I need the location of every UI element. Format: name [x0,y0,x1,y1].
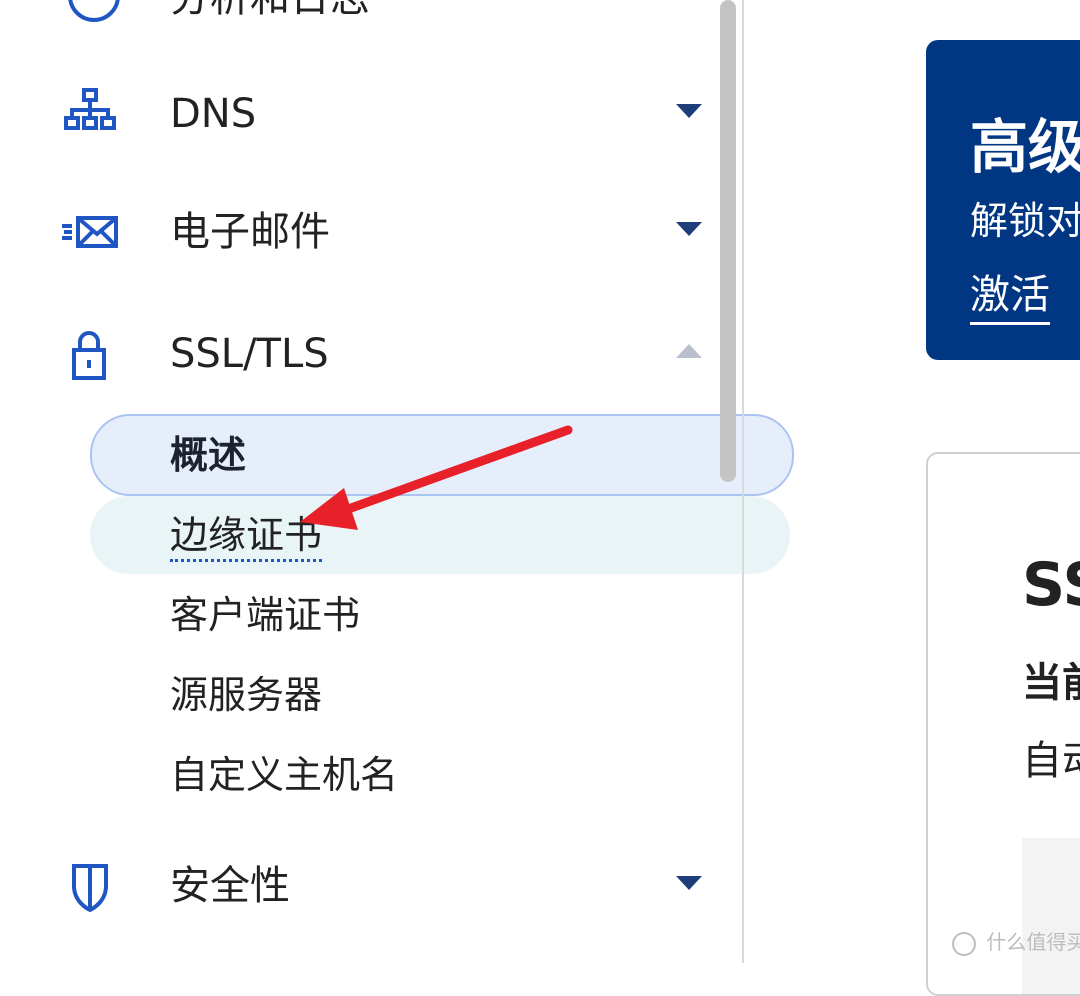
sidebar-item-label: 电子邮件 [170,209,330,255]
promo-activate-link[interactable]: 激活 [970,262,1050,325]
promo-banner: 高级 解锁对 激活 [926,40,1080,360]
sidebar-item-dns[interactable]: DNS [0,74,742,154]
chevron-down-icon[interactable] [676,876,702,890]
watermark-text: 什么值得买 [986,930,1080,954]
card-value: 自动 [1022,738,1080,784]
card-title: SS [1022,550,1080,620]
sidebar-divider [742,0,744,963]
sidebar-scrollbar[interactable] [720,0,736,482]
subnav-item-edge-certificates[interactable]: 边缘证书 [170,510,323,562]
promo-description: 解锁对 [970,199,1080,243]
shield-icon [60,860,120,913]
sidebar: 分析和日志 DNS 电子邮件 [0,0,794,963]
sidebar-item-label: 安全性 [170,863,290,909]
chevron-down-icon[interactable] [676,222,702,236]
chevron-up-icon[interactable] [676,344,702,358]
chevron-down-icon[interactable] [676,104,702,118]
clock-icon [68,0,120,22]
network-icon [60,88,120,140]
sidebar-item-analytics[interactable]: 分析和日志 [0,0,742,24]
ssl-mode-card: SS 当前 自动 [926,452,1080,996]
sidebar-item-email[interactable]: 电子邮件 [0,192,742,272]
watermark-logo-icon [952,931,976,956]
email-icon [60,206,120,258]
promo-title: 高级 [970,113,1080,181]
sidebar-item-label: DNS [170,91,257,137]
subnav-item-overview[interactable]: 概述 [170,430,246,480]
card-subtitle: 当前 [1022,660,1080,706]
subnav-item-client-certificates[interactable]: 客户端证书 [170,590,360,640]
subnav-item-origin-server[interactable]: 源服务器 [170,670,322,720]
card-option-box[interactable] [1022,838,1080,994]
subnav-item-label: 边缘证书 [170,513,323,562]
sidebar-item-label: 分析和日志 [170,0,370,24]
sidebar-item-security[interactable]: 安全性 [0,846,742,926]
sidebar-item-label: SSL/TLS [170,331,329,377]
watermark: 什么值得买 [952,926,1080,956]
subnav-item-custom-hostnames[interactable]: 自定义主机名 [170,750,398,800]
lock-icon [60,328,120,380]
sidebar-item-ssl-tls[interactable]: SSL/TLS [0,314,742,394]
